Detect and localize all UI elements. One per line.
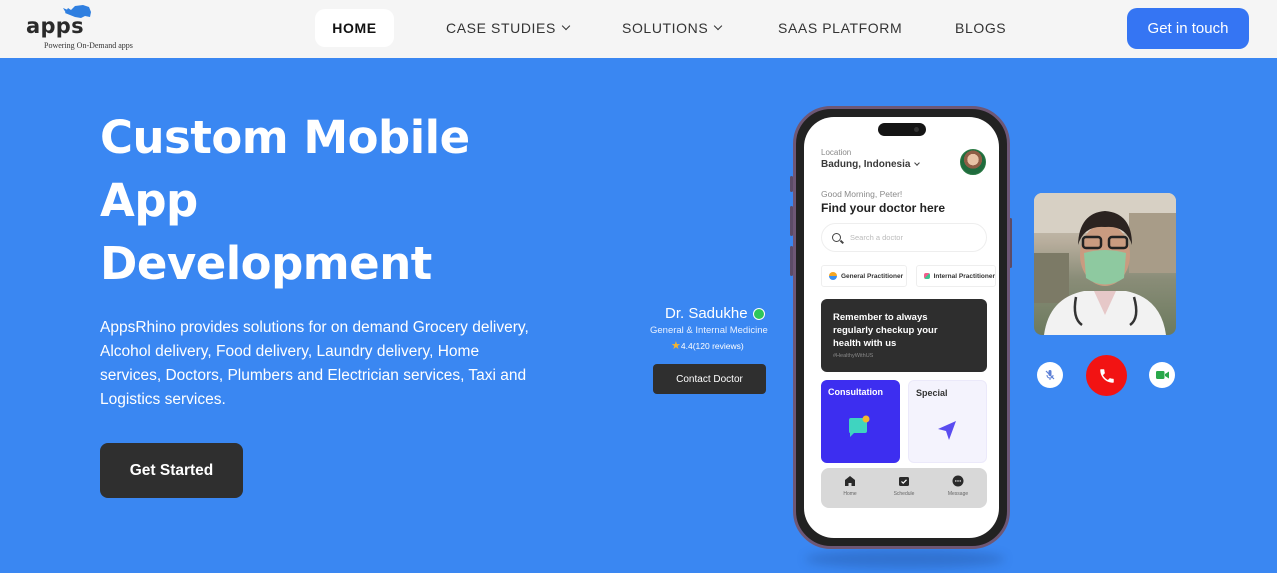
banner-text: Remember to always regularly checkup you… [833,312,938,349]
message-icon [952,475,964,487]
card-label: Special [916,388,948,398]
logo[interactable]: apps Powering On-Demand apps [25,4,135,52]
bottom-nav-label: Message [947,491,969,497]
search-placeholder: Search a doctor [850,233,903,242]
phone-mockup: Location Badung, Indonesia Good Morning,… [793,106,1010,549]
consultation-card[interactable]: Consultation [821,380,900,463]
rating-value: 4.4 [680,341,693,351]
get-in-touch-button[interactable]: Get in touch [1127,8,1249,49]
camera-button[interactable] [1149,362,1175,388]
doctor-search-input[interactable]: Search a doctor [821,223,987,252]
health-banner: Remember to always regularly checkup you… [821,299,987,372]
nav-saas-platform[interactable]: SAAS PLATFORM [778,9,902,47]
chevron-down-icon [561,21,571,31]
chevron-down-icon [914,160,921,166]
doctor-specialty: General & Internal Medicine [650,325,768,336]
phone-icon [1099,368,1114,383]
app-bottom-nav: Home Schedule Message [821,468,987,508]
nav-blogs-label: BLOGS [955,20,1007,36]
hero-description: AppsRhino provides solutions for on dema… [100,319,529,408]
nav-home-label: HOME [332,20,377,36]
practitioner-icon [924,273,930,279]
chevron-down-icon [714,21,723,31]
nav-saas-platform-label: SAAS PLATFORM [778,20,903,36]
location-value: Badung, Indonesia [821,159,911,170]
greeting: Good Morning, Peter! [821,189,903,199]
chip-internal-practitioner[interactable]: Internal Practitioner [916,265,996,287]
hero-title-line: Development [100,237,432,290]
online-status-icon [752,307,765,320]
phone-screen: Location Badung, Indonesia Good Morning,… [804,117,999,538]
video-icon [1155,371,1169,379]
special-card[interactable]: Special [908,380,987,463]
chat-icon [849,415,870,437]
review-count: (120 reviews) [692,341,744,351]
video-call-feed [1034,193,1176,335]
logo-text: apps [26,14,84,38]
practitioner-icon [829,272,837,280]
nav-solutions-label: SOLUTIONS [622,20,709,36]
star-icon: ★ [671,340,681,352]
nav-home[interactable]: HOME [315,9,394,47]
dynamic-island [878,123,926,136]
user-avatar[interactable] [960,149,986,175]
location-label: Location [821,148,852,157]
contact-doctor-button[interactable]: Contact Doctor [653,364,766,394]
chip-label: General Practitioner [841,272,904,280]
hero-title-line: App [100,174,198,227]
home-icon [845,476,855,486]
bottom-nav-home[interactable]: Home [827,475,873,497]
mic-off-icon [1045,370,1055,380]
doctor-video-image [1034,193,1176,335]
bottom-nav-label: Schedule [893,491,915,497]
calendar-check-icon [899,477,909,486]
search-icon [832,233,841,242]
mute-button[interactable] [1037,362,1063,388]
nav-blogs[interactable]: BLOGS [955,9,1006,47]
bottom-nav-message[interactable]: Message [935,475,981,497]
chip-label: Internal Practitioner [933,272,995,280]
doctor-name-text: Dr. Sadukhe [665,305,748,322]
location-select[interactable]: Badung, Indonesia [821,159,921,170]
phone-shadow [805,550,1005,568]
bottom-nav-label: Home [843,491,857,497]
nav-case-studies[interactable]: CASE STUDIES [446,9,571,47]
bottom-nav-schedule[interactable]: Schedule [881,475,927,497]
hero-title-line: Custom Mobile [100,111,470,164]
doctor-rating: ★4.4(120 reviews) [671,339,744,352]
site-header: apps Powering On-Demand apps HOME CASE S… [0,0,1277,58]
nav-solutions[interactable]: SOLUTIONS [622,9,723,47]
logo-tagline: Powering On-Demand apps [44,41,133,50]
card-label: Consultation [828,387,883,397]
banner-tag: #HealthyWithUS [833,353,874,359]
nav-case-studies-label: CASE STUDIES [446,20,556,36]
send-icon [938,421,956,440]
hero-title: Custom Mobile App Development [100,106,560,295]
app-heading: Find your doctor here [821,201,946,215]
end-call-button[interactable] [1086,355,1127,396]
chip-general-practitioner[interactable]: General Practitioner [821,265,907,287]
get-started-button[interactable]: Get Started [100,443,243,498]
doctor-name: Dr. Sadukhe [665,305,765,322]
